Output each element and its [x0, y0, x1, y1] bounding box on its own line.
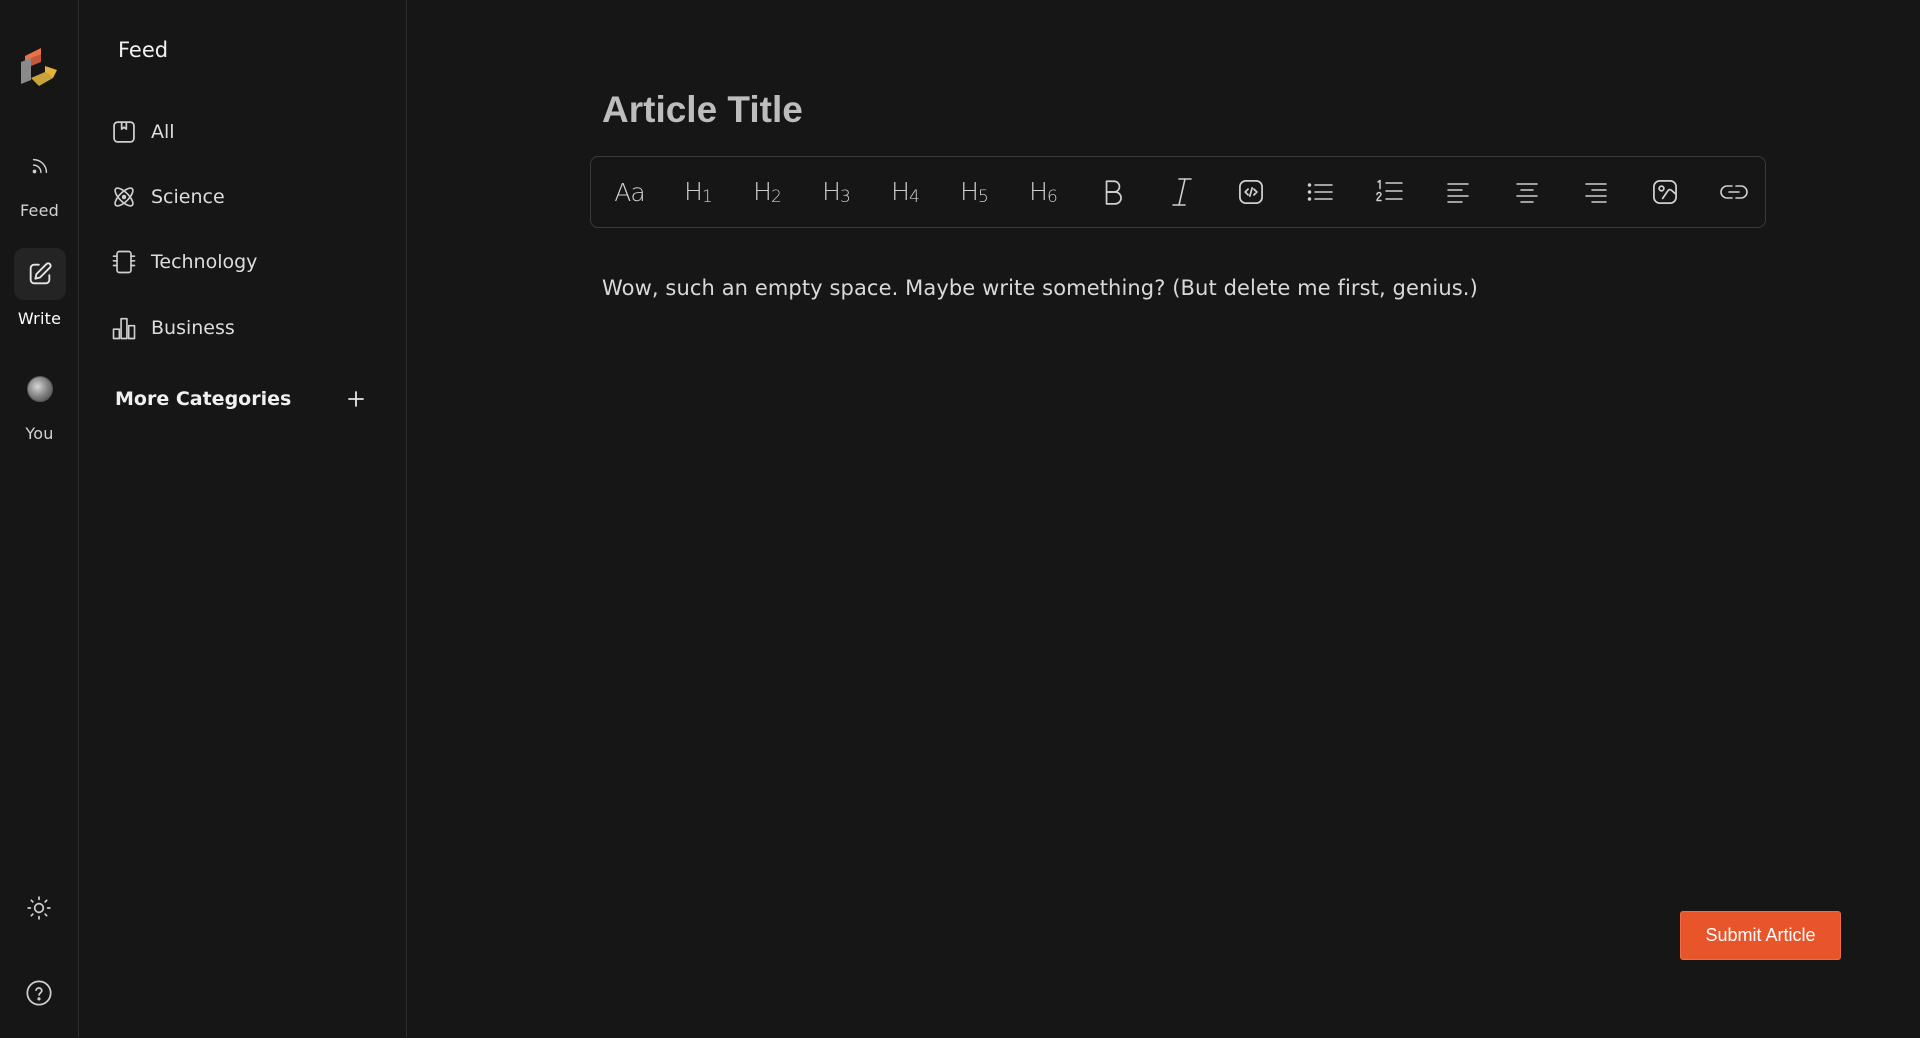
align-right-button[interactable] [1561, 164, 1630, 220]
align-center-icon [1515, 183, 1538, 203]
heading-level: 3 [839, 187, 851, 207]
heading-letter: H [753, 177, 772, 206]
heading-3-label: H3 [822, 177, 851, 207]
rail-item-feed[interactable]: Feed [0, 140, 79, 220]
insert-link-button[interactable] [1699, 164, 1768, 220]
numbered-list-button[interactable] [1354, 164, 1423, 220]
rail-item-you[interactable]: You [0, 363, 79, 443]
rail-label-write: Write [17, 309, 62, 328]
italic-icon [1171, 178, 1192, 206]
editor-area: Aa H1 H2 H3 H4 H5 H6 [408, 0, 1920, 1038]
heading-4-label: H4 [891, 177, 920, 207]
sun-icon[interactable] [20, 889, 58, 927]
help-icon[interactable] [20, 974, 58, 1012]
sidebar-item-all[interactable]: All [109, 114, 175, 150]
heading-1-label: H1 [684, 177, 713, 207]
article-title-input[interactable] [602, 80, 1602, 140]
more-categories-toggle[interactable]: More Categories [115, 388, 367, 410]
sidebar-item-business[interactable]: Business [109, 310, 235, 346]
heading-letter: H [891, 177, 910, 206]
bar-chart-icon [109, 313, 139, 343]
editor-content[interactable]: Wow, such an empty space. Maybe write so… [602, 276, 1478, 300]
more-categories-label: More Categories [115, 388, 292, 410]
heading-3-button[interactable]: H3 [802, 164, 871, 220]
heading-6-button[interactable]: H6 [1009, 164, 1078, 220]
nav-rail: Feed Write You [0, 0, 79, 1038]
heading-6-label: H6 [1029, 177, 1058, 207]
align-center-button[interactable] [1492, 164, 1561, 220]
bold-button[interactable] [1078, 164, 1147, 220]
align-left-button[interactable] [1423, 164, 1492, 220]
heading-level: 5 [977, 187, 989, 207]
heading-level: 4 [908, 187, 920, 207]
heading-1-button[interactable]: H1 [664, 164, 733, 220]
paragraph-label: Aa [614, 177, 645, 207]
bold-icon [1105, 180, 1122, 205]
sidebar-item-technology[interactable]: Technology [109, 244, 257, 280]
brand-logo-icon[interactable] [19, 48, 59, 90]
heading-2-label: H2 [753, 177, 782, 207]
code-block-button[interactable] [1216, 164, 1285, 220]
heading-letter: H [822, 177, 841, 206]
heading-letter: H [1029, 177, 1048, 206]
formatting-toolbar: Aa H1 H2 H3 H4 H5 H6 [590, 156, 1766, 228]
heading-level: 6 [1046, 187, 1058, 207]
link-icon [1719, 185, 1748, 199]
plus-icon[interactable] [345, 388, 367, 410]
submit-article-button[interactable]: Submit Article [1680, 911, 1841, 960]
sidebar-item-label: Technology [151, 251, 258, 273]
heading-letter: H [684, 177, 703, 206]
paragraph-button[interactable]: Aa [595, 164, 664, 220]
bullet-list-icon [1307, 183, 1333, 201]
heading-2-button[interactable]: H2 [733, 164, 802, 220]
avatar [26, 376, 53, 402]
numbered-list-icon [1375, 179, 1403, 202]
sidebar-title: Feed [118, 38, 169, 62]
heading-level: 2 [770, 187, 782, 207]
avatar-wrapper [14, 363, 66, 415]
align-left-icon [1446, 183, 1469, 203]
align-right-icon [1584, 183, 1607, 203]
rss-icon [14, 140, 66, 192]
heading-letter: H [960, 177, 979, 206]
image-icon [1652, 180, 1677, 204]
bookmark-card-icon [109, 117, 139, 147]
bullet-list-button[interactable] [1285, 164, 1354, 220]
heading-5-label: H5 [960, 177, 989, 207]
heading-5-button[interactable]: H5 [940, 164, 1009, 220]
sidebar-item-label: Science [151, 186, 225, 208]
heading-4-button[interactable]: H4 [871, 164, 940, 220]
sidebar-item-label: Business [151, 317, 235, 339]
rail-label-feed: Feed [20, 201, 59, 220]
atom-icon [109, 182, 139, 212]
rail-item-write[interactable]: Write [0, 248, 79, 328]
insert-image-button[interactable] [1630, 164, 1699, 220]
chip-icon [109, 247, 139, 277]
rail-label-you: You [25, 424, 54, 443]
italic-button[interactable] [1147, 164, 1216, 220]
sidebar-item-label: All [151, 121, 175, 143]
code-icon [1238, 180, 1263, 204]
category-sidebar: Feed All Science Technology Business Mor… [79, 0, 407, 1038]
sidebar-item-science[interactable]: Science [109, 179, 225, 215]
edit-icon [13, 248, 66, 300]
heading-level: 1 [701, 187, 713, 207]
